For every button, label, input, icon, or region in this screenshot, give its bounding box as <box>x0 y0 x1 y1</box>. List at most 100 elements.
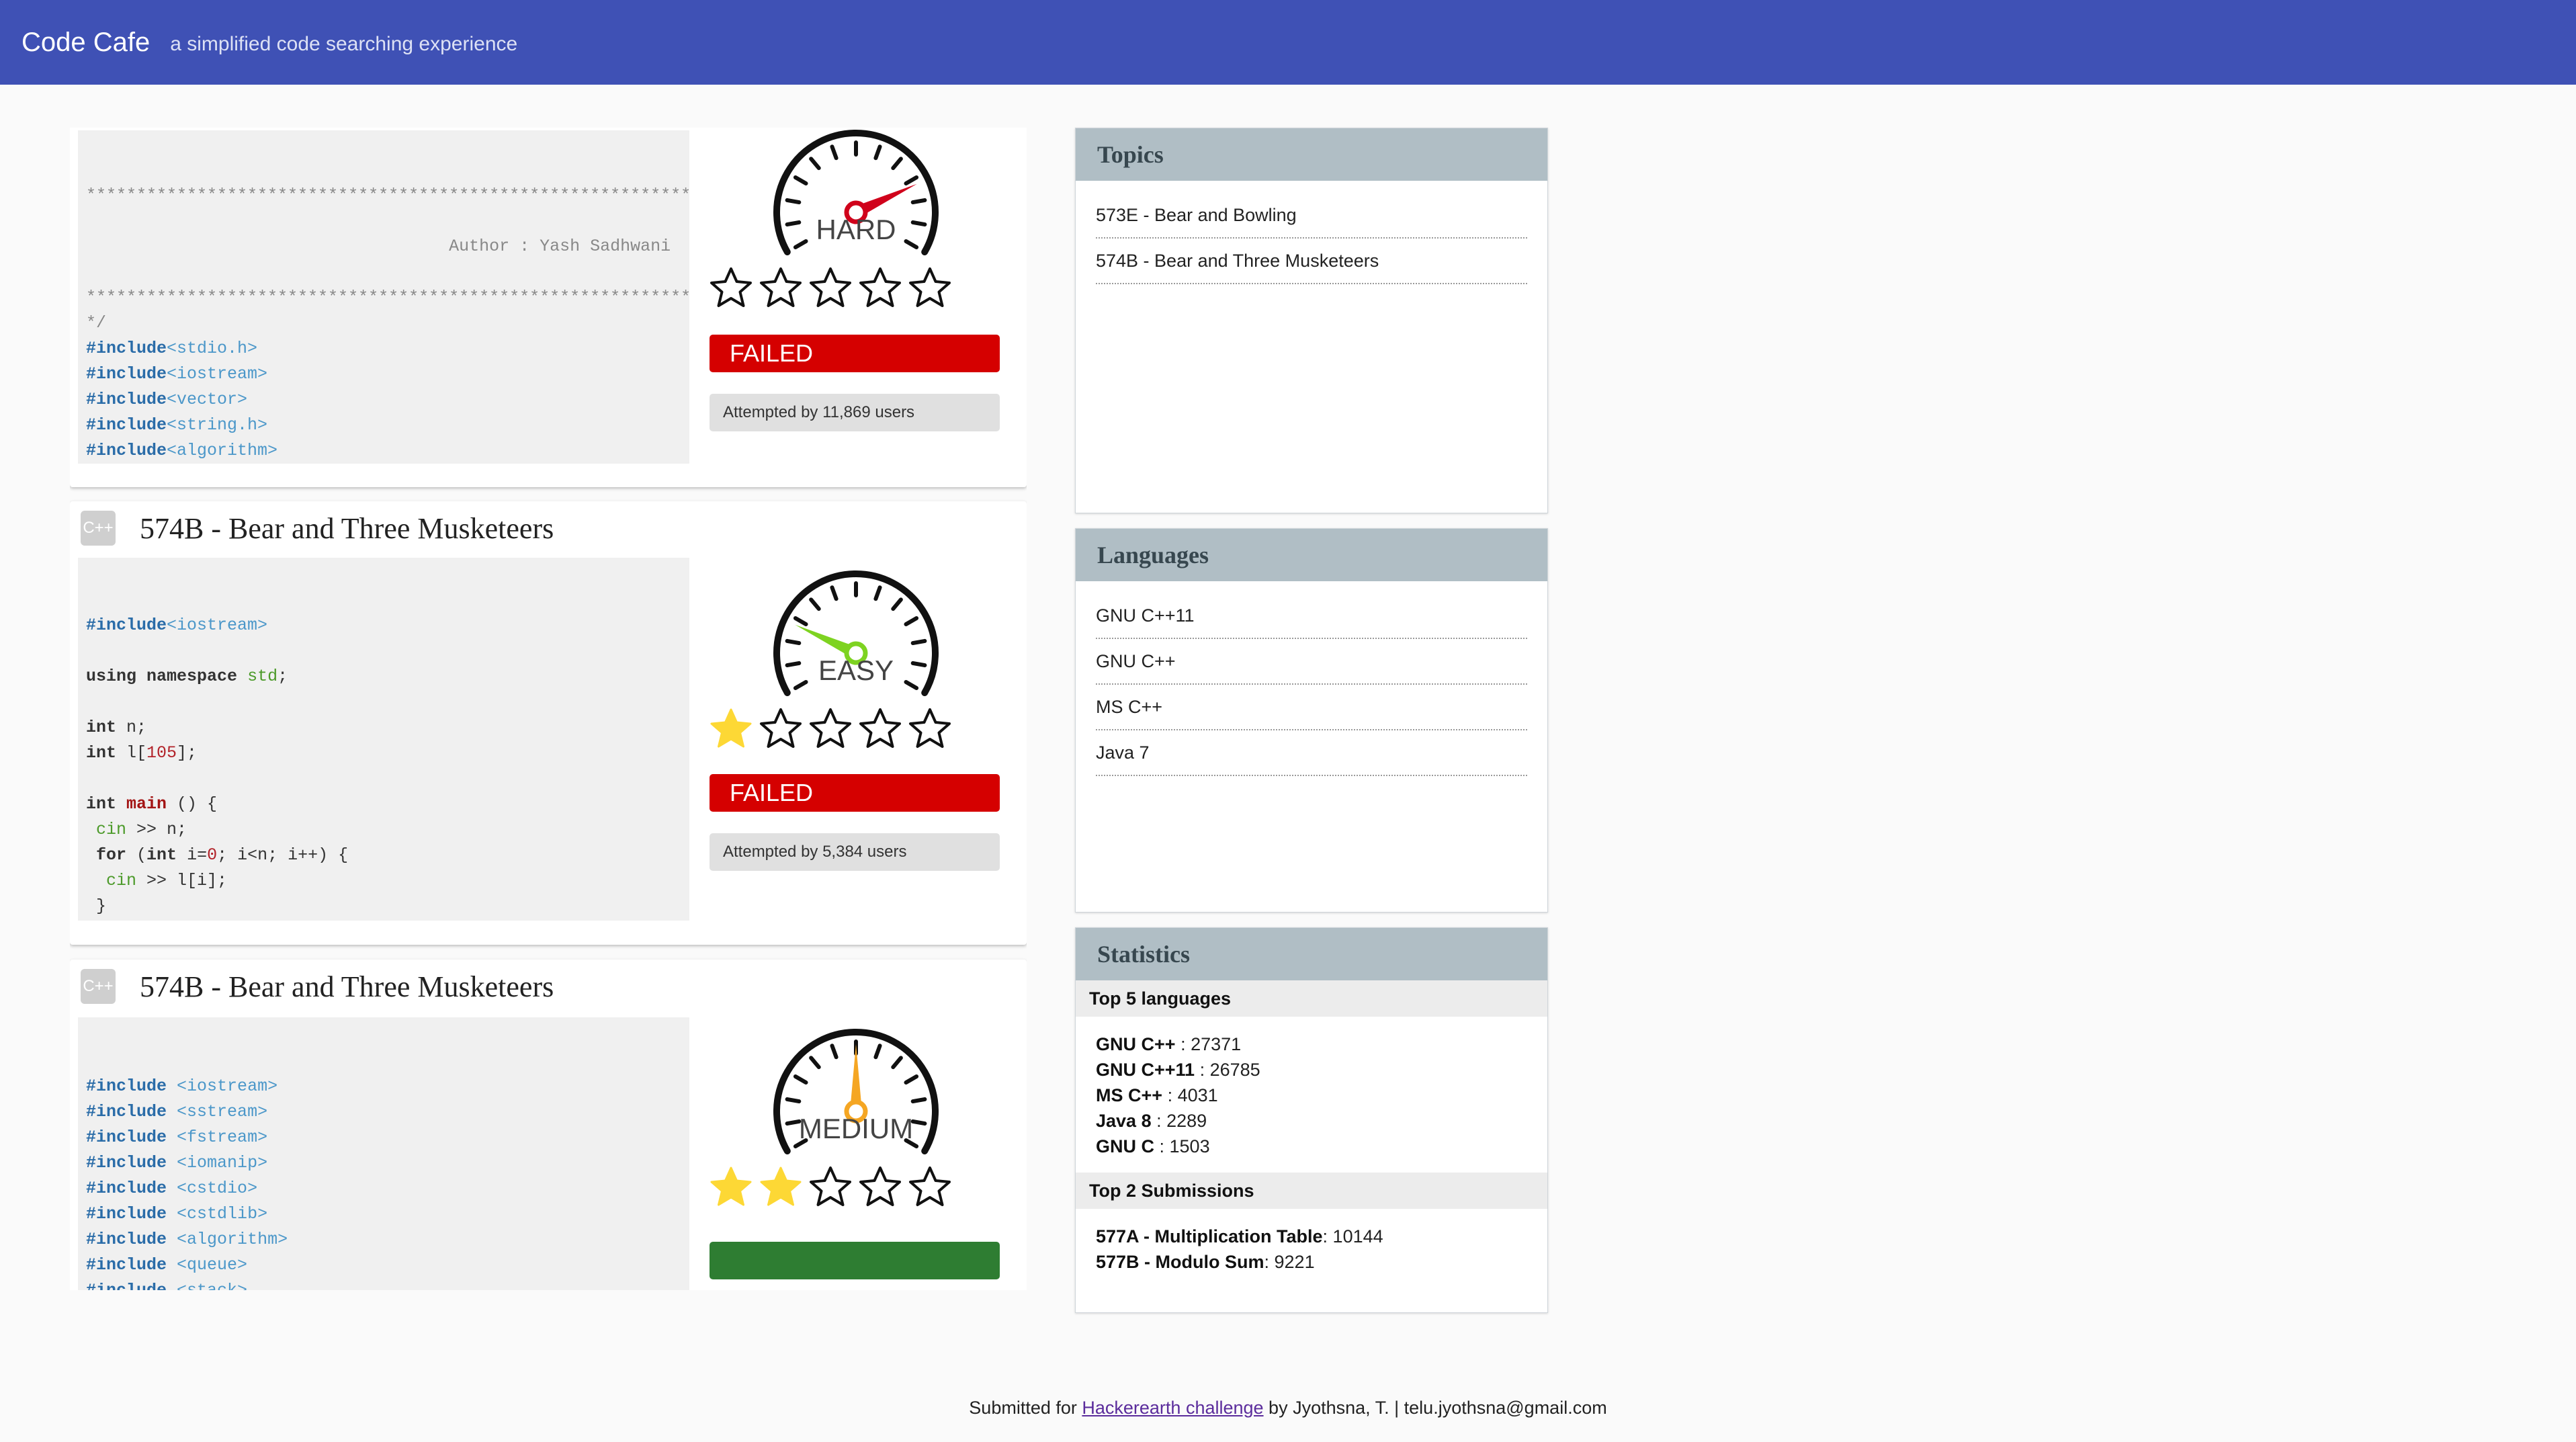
footer-suffix: by Jyothsna, T. | telu.jyothsna@gmail.co… <box>1263 1398 1607 1418</box>
star-empty-icon[interactable] <box>859 266 902 309</box>
hackerearth-link[interactable]: Hackerearth challenge <box>1082 1398 1263 1418</box>
star-empty-icon[interactable] <box>710 266 753 309</box>
code-line: #include<stdio.h> <box>86 339 258 358</box>
code-lines: ****************************************… <box>86 181 689 464</box>
star-empty-icon[interactable] <box>809 707 852 750</box>
language-item[interactable]: Java 7 <box>1096 730 1527 776</box>
stat-row: MS C++ : 4031 <box>1096 1085 1218 1105</box>
star-empty-icon[interactable] <box>908 707 951 750</box>
code-line: #include<string.h> <box>86 415 268 435</box>
brand-tagline: a simplified code searching experience <box>170 33 518 55</box>
cpp-language-icon: C++ <box>81 511 116 546</box>
code-line: #include<iostream> <box>86 616 268 635</box>
cpp-language-icon: C++ <box>81 969 116 1004</box>
code-line: #include <iomanip> <box>86 1153 268 1173</box>
top-languages-label: Top 5 languages <box>1076 980 1547 1017</box>
stat-row: 577B - Modulo Sum: 9221 <box>1096 1252 1315 1272</box>
difficulty-label: MEDIUM <box>798 1113 914 1144</box>
language-item[interactable]: GNU C++11 <box>1096 593 1527 639</box>
result-card[interactable]: C++ 574B - Bear and Three Musketeers #in… <box>70 960 1027 1290</box>
code-line: int l[105]; <box>86 743 198 763</box>
language-item[interactable]: MS C++ <box>1096 685 1527 730</box>
attempts-count: Attempted by 11,869 users <box>710 394 1000 431</box>
star-empty-icon[interactable] <box>759 266 802 309</box>
star-empty-icon[interactable] <box>809 1165 852 1208</box>
stat-row: 577A - Multiplication Table: 10144 <box>1096 1226 1383 1246</box>
stat-row: Java 8 : 2289 <box>1096 1111 1207 1131</box>
rating-stars[interactable] <box>710 1165 951 1208</box>
topics-heading: Topics <box>1076 128 1547 181</box>
app-header: Code Cafe a simplified code searching ex… <box>0 0 2576 85</box>
statistics-heading: Statistics <box>1076 928 1547 980</box>
footer-prefix: Submitted for <box>969 1398 1082 1418</box>
code-line: */ <box>86 313 107 333</box>
rating-stars[interactable] <box>710 266 951 309</box>
stat-row: GNU C++ : 27371 <box>1096 1034 1242 1054</box>
star-empty-icon[interactable] <box>759 707 802 750</box>
code-line: #include <cstdio> <box>86 1179 258 1198</box>
card-header: C++ 574B - Bear and Three Musketeers <box>81 966 554 1007</box>
results-feed[interactable]: ****************************************… <box>70 128 1027 1290</box>
problem-title[interactable]: 574B - Bear and Three Musketeers <box>140 511 554 546</box>
code-line: ****************************************… <box>86 185 689 205</box>
code-line: #include <stack> <box>86 1278 681 1290</box>
star-empty-icon[interactable] <box>809 266 852 309</box>
status-badge: FAILED <box>710 774 1000 812</box>
star-empty-icon[interactable] <box>859 707 902 750</box>
status-badge: FAILED <box>710 335 1000 372</box>
difficulty-gauge-icon <box>773 570 939 696</box>
code-line: #include <sstream> <box>86 1102 268 1121</box>
code-line: cin >> n; <box>96 820 187 839</box>
star-filled-icon[interactable] <box>710 707 753 750</box>
languages-list: GNU C++11 GNU C++ MS C++ Java 7 <box>1076 581 1547 776</box>
code-line: cin >> l[i]; <box>106 871 228 890</box>
star-empty-icon[interactable] <box>908 266 951 309</box>
code-line: #include <fstream> <box>86 1128 268 1147</box>
code-line: #include <iostream> <box>86 1076 278 1096</box>
code-line: Author : Yash Sadhwani <box>86 237 671 256</box>
code-line: #include <algorithm> <box>86 1230 288 1249</box>
stat-row: GNU C++11 : 26785 <box>1096 1060 1260 1080</box>
code-line: #include <cstdlib> <box>86 1204 268 1224</box>
status-badge <box>710 1242 1000 1279</box>
star-empty-icon[interactable] <box>859 1165 902 1208</box>
top-submissions-label: Top 2 Submissions <box>1076 1173 1547 1209</box>
stat-row: GNU C : 1503 <box>1096 1136 1210 1156</box>
languages-heading: Languages <box>1076 529 1547 581</box>
code-line: } <box>86 896 107 916</box>
code-preview[interactable]: ****************************************… <box>78 130 689 464</box>
result-card[interactable]: ****************************************… <box>70 128 1027 487</box>
code-preview[interactable]: #include<iostream> using namespace std; … <box>78 558 689 921</box>
result-card[interactable]: C++ 574B - Bear and Three Musketeers #in… <box>70 501 1027 945</box>
code-lines: #include <iostream> #include <sstream> #in… <box>86 1068 681 1290</box>
language-item[interactable]: GNU C++ <box>1096 639 1527 685</box>
page-footer: Submitted for Hackerearth challenge by J… <box>0 1398 2576 1418</box>
problem-title[interactable]: 574B - Bear and Three Musketeers <box>140 970 554 1004</box>
topic-item[interactable]: 574B - Bear and Three Musketeers <box>1096 239 1527 284</box>
languages-panel: Languages GNU C++11 GNU C++ MS C++ Java … <box>1075 528 1548 913</box>
code-line: #include<algorithm> <box>86 441 278 460</box>
topic-item[interactable]: 573E - Bear and Bowling <box>1096 193 1527 239</box>
statistics-panel: Statistics Top 5 languages GNU C++ : 273… <box>1075 927 1548 1313</box>
difficulty-gauge-icon <box>773 1029 939 1154</box>
star-empty-icon[interactable] <box>908 1165 951 1208</box>
code-line: int main () { <box>86 794 218 814</box>
code-line: int start=l[0]; <box>86 919 681 921</box>
top-submissions-list: 577A - Multiplication Table: 10144 577B … <box>1076 1209 1547 1288</box>
card-header: C++ 574B - Bear and Three Musketeers <box>81 508 554 548</box>
topics-panel: Topics 573E - Bear and Bowling 574B - Be… <box>1075 128 1548 513</box>
star-filled-icon[interactable] <box>710 1165 753 1208</box>
topics-list: 573E - Bear and Bowling 574B - Bear and … <box>1076 181 1547 284</box>
difficulty-gauge-icon <box>773 130 939 255</box>
rating-stars[interactable] <box>710 707 951 750</box>
star-filled-icon[interactable] <box>759 1165 802 1208</box>
code-line: using namespace std; <box>86 667 288 686</box>
difficulty-label: EASY <box>818 654 894 686</box>
code-preview[interactable]: #include <iostream> #include <sstream> #in… <box>78 1017 689 1290</box>
brand-title[interactable]: Code Cafe <box>22 28 150 58</box>
code-line: for (int i=0; i<n; i++) { <box>96 845 349 865</box>
